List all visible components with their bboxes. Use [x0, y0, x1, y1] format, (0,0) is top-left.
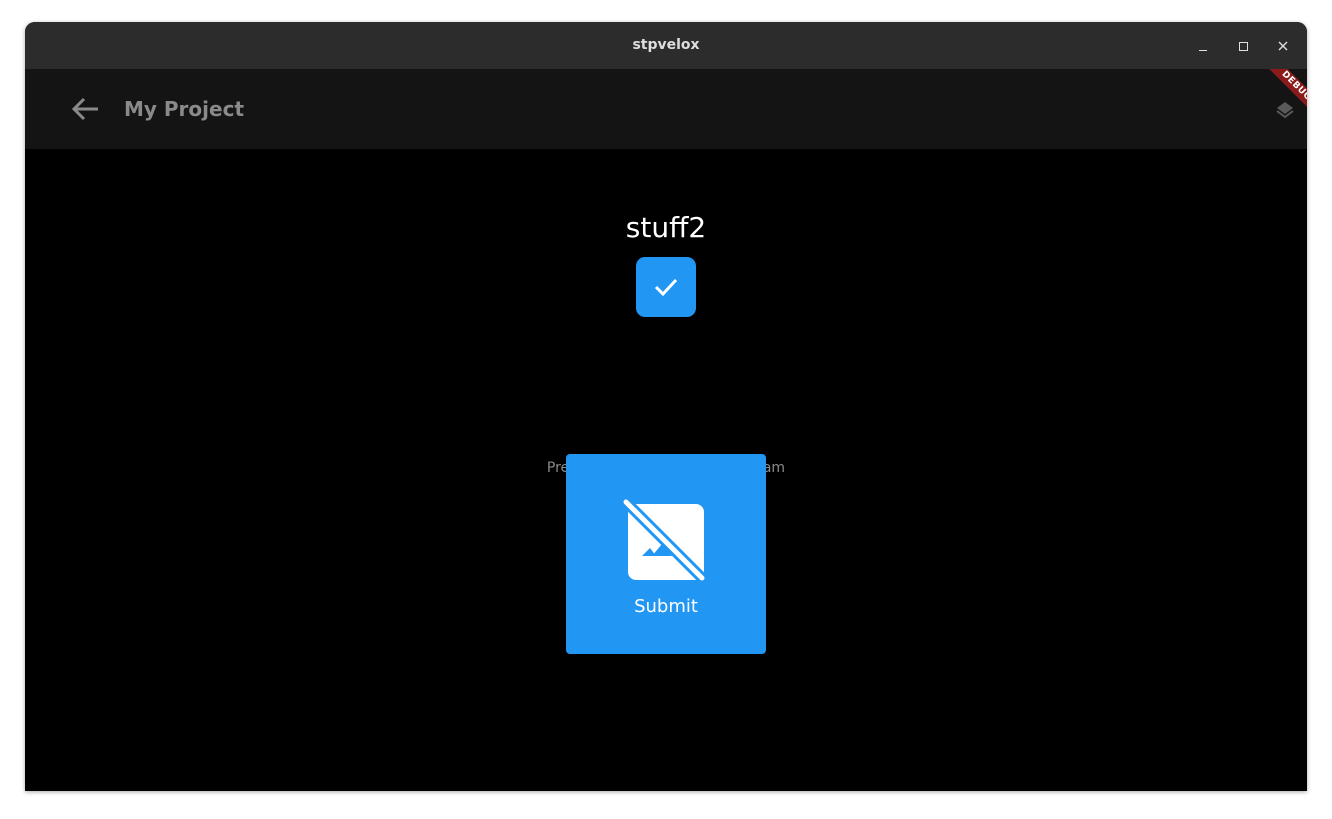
close-button[interactable]	[1271, 34, 1295, 58]
window-title: stpvelox	[632, 37, 700, 53]
submit-label: Submit	[634, 596, 698, 617]
maximize-icon	[1239, 42, 1248, 51]
minimize-button[interactable]	[1191, 34, 1215, 58]
maximize-button[interactable]	[1231, 34, 1255, 58]
close-icon	[1278, 41, 1288, 51]
page-title: My Project	[124, 97, 244, 121]
item-checkbox[interactable]	[636, 257, 696, 317]
app-bar: My Project	[25, 69, 1307, 149]
app-window: stpvelox My Project DEBUG stuff2 Submit	[25, 22, 1307, 791]
item-title: stuff2	[625, 211, 707, 244]
title-bar[interactable]: stpvelox	[25, 22, 1307, 69]
submit-button[interactable]: Submit	[566, 454, 766, 654]
check-icon	[654, 278, 678, 297]
debug-label: DEBUG	[1259, 69, 1307, 123]
main-content: stuff2 Press Submit to start the program…	[25, 149, 1307, 791]
arrow-back-icon	[71, 97, 98, 121]
back-button[interactable]	[65, 89, 105, 129]
minimize-icon	[1199, 50, 1207, 51]
debug-banner: DEBUG	[1247, 69, 1307, 129]
hide-image-icon	[622, 498, 706, 582]
